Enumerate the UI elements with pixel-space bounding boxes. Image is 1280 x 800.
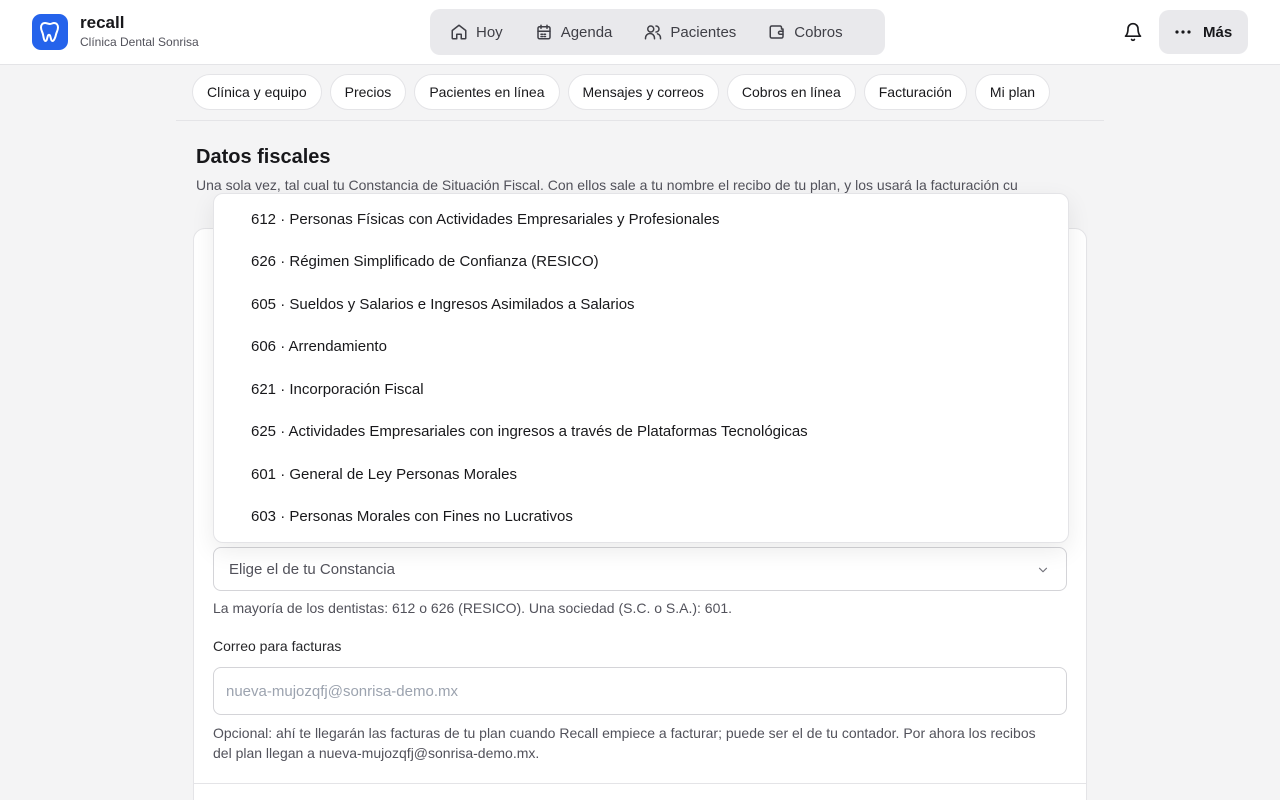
nav-item-pacientes[interactable]: Pacientes — [634, 14, 746, 50]
invoice-email-hint: Opcional: ahí te llegarán las facturas d… — [213, 725, 1036, 761]
main-nav: Hoy Agenda Pacientes Cobros — [430, 9, 885, 55]
ellipsis-icon — [1175, 30, 1191, 34]
regime-option-601[interactable]: 601 · General de Ley Personas Morales — [214, 453, 1068, 496]
chevron-down-icon — [1038, 567, 1048, 573]
more-menu-button[interactable]: Más — [1159, 10, 1248, 54]
invoice-email-input[interactable] — [213, 667, 1067, 715]
tab-precios[interactable]: Precios — [329, 74, 407, 110]
tabs-divider — [176, 120, 1104, 121]
nav-item-hoy[interactable]: Hoy — [440, 14, 513, 50]
bell-icon — [1124, 22, 1142, 42]
home-icon — [451, 24, 467, 40]
brand[interactable]: recall Clínica Dental Sonrisa — [32, 14, 199, 50]
notifications-button[interactable] — [1121, 20, 1145, 44]
nav-item-label: Pacientes — [670, 23, 737, 41]
nav-item-cobros[interactable]: Cobros — [758, 14, 852, 50]
wallet-icon — [769, 25, 785, 39]
tab-pacientes-en-linea[interactable]: Pacientes en línea — [414, 74, 560, 110]
card-divider — [193, 783, 1087, 784]
regime-option-612[interactable]: 612 · Personas Físicas con Actividades E… — [214, 198, 1068, 241]
regime-option-621[interactable]: 621 · Incorporación Fiscal — [214, 368, 1068, 411]
users-icon — [645, 25, 662, 40]
regime-option-626[interactable]: 626 · Régimen Simplificado de Confianza … — [214, 241, 1068, 284]
more-menu-label: Más — [1203, 23, 1233, 41]
calendar-icon — [536, 24, 551, 40]
nav-item-label: Cobros — [794, 23, 843, 41]
tab-mensajes-correos[interactable]: Mensajes y correos — [567, 74, 719, 110]
tax-regime-hint: La mayoría de los dentistas: 612 o 626 (… — [213, 600, 733, 616]
regime-option-603[interactable]: 603 · Personas Morales con Fines no Lucr… — [214, 496, 1068, 539]
settings-tabs: Clínica y equipo Precios Pacientes en lí… — [192, 74, 1058, 110]
tax-regime-dropdown: 612 · Personas Físicas con Actividades E… — [213, 193, 1069, 543]
select-placeholder: Elige el de tu Constancia — [229, 560, 395, 578]
section-description: Una sola vez, tal cual tu Constancia de … — [196, 177, 1018, 193]
nav-item-label: Agenda — [560, 23, 613, 41]
tax-regime-select[interactable]: Elige el de tu Constancia — [213, 547, 1067, 591]
invoice-email-label: Correo para facturas — [213, 638, 342, 654]
tab-facturacion[interactable]: Facturación — [863, 74, 967, 110]
top-bar: recall Clínica Dental Sonrisa Hoy Agenda… — [0, 0, 1280, 65]
regime-option-605[interactable]: 605 · Sueldos y Salarios e Ingresos Asim… — [214, 283, 1068, 326]
regime-option-606[interactable]: 606 · Arrendamiento — [214, 326, 1068, 369]
regime-option-625[interactable]: 625 · Actividades Empresariales con ingr… — [214, 411, 1068, 454]
tab-cobros-en-linea[interactable]: Cobros en línea — [726, 74, 856, 110]
clinic-name: Clínica Dental Sonrisa — [80, 35, 199, 49]
brand-name: recall — [80, 13, 125, 32]
nav-item-agenda[interactable]: Agenda — [525, 14, 623, 50]
nav-item-label: Hoy — [476, 23, 503, 41]
tab-mi-plan[interactable]: Mi plan — [974, 74, 1051, 110]
page-title: Datos fiscales — [196, 146, 331, 168]
tab-clinica-equipo[interactable]: Clínica y equipo — [192, 74, 322, 110]
tooth-icon — [32, 14, 68, 50]
